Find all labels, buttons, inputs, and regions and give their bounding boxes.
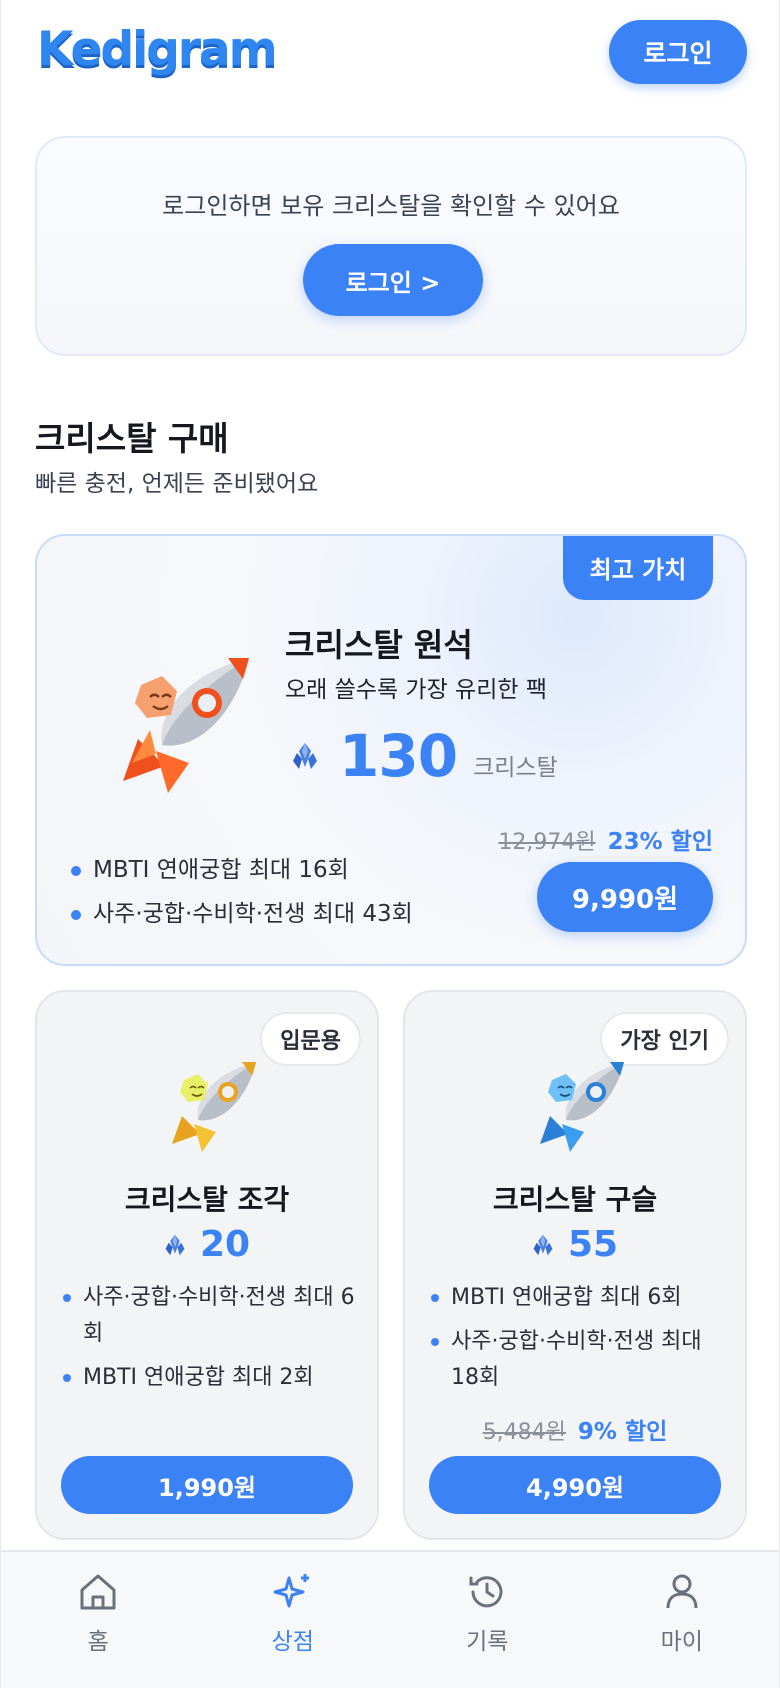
starter-crystal-amount: 20 <box>199 1224 251 1265</box>
list-item: 사주·궁합·수비학·전생 최대 43회 <box>69 896 413 932</box>
featured-benefit-list: MBTI 연애궁합 최대 16회 사주·궁합·수비학·전생 최대 43회 <box>69 852 413 940</box>
crystal-icon <box>293 743 317 769</box>
nav-label-my: 마이 <box>660 1629 703 1655</box>
starter-badge: 입문용 <box>260 1012 361 1066</box>
login-prompt-card: 로그인하면 보유 크리스탈을 확인할 수 있어요 로그인 > <box>35 136 747 356</box>
list-item: MBTI 연애궁합 최대 6회 <box>429 1280 725 1316</box>
popular-amount-row: 55 <box>405 1224 745 1265</box>
popular-original-price: 5,484원 <box>482 1420 566 1445</box>
crystal-icon <box>165 1234 185 1255</box>
best-value-badge: 최고 가치 <box>563 536 713 600</box>
nav-label-home: 홈 <box>87 1629 109 1655</box>
header-login-button[interactable]: 로그인 <box>609 20 747 84</box>
featured-buy-button[interactable]: 9,990원 <box>537 862 713 932</box>
section-title: 크리스탈 구매 <box>35 419 229 458</box>
nav-label-shop: 상점 <box>271 1629 314 1655</box>
list-item: 사주·궁합·수비학·전생 최대 6회 <box>61 1280 357 1352</box>
nav-label-history: 기록 <box>466 1629 509 1655</box>
history-icon <box>469 1576 503 1608</box>
popular-title: 크리스탈 구슬 <box>492 1183 658 1216</box>
starter-amount-row: 20 <box>37 1224 377 1265</box>
popular-crystal-amount: 55 <box>567 1224 619 1265</box>
bottom-nav: 홈 상점 기록 마이 <box>1 1550 779 1688</box>
popular-pack-card[interactable]: 가장 인기 크리스탈 구슬 55 MBTI 연애궁합 최대 6회 사주·궁합·수… <box>403 990 747 1540</box>
featured-description: 오래 쓸수록 가장 유리한 팩 <box>285 677 548 703</box>
featured-crystal-unit: 크리스탈 <box>473 755 558 781</box>
featured-original-price: 12,974원 <box>498 830 596 855</box>
popular-buy-button[interactable]: 4,990원 <box>429 1456 721 1514</box>
starter-pack-card[interactable]: 입문용 크리스탈 조각 20 사주·궁합·수비학·전생 최대 6회 MBTI 연… <box>35 990 379 1540</box>
list-item: 사주·궁합·수비학·전생 최대 18회 <box>429 1324 725 1396</box>
popular-benefit-list: MBTI 연애궁합 최대 6회 사주·궁합·수비학·전생 최대 18회 <box>429 1280 725 1404</box>
sparkle-icon <box>273 1574 309 1608</box>
nav-item-shop[interactable]: 상점 <box>196 1552 391 1688</box>
featured-pack-card[interactable]: 최고 가치 크리스탈 원석 오래 쓸수록 가장 유리한 팩 130 크리스탈 M… <box>35 534 747 966</box>
starter-benefit-list: 사주·궁합·수비학·전생 최대 6회 MBTI 연애궁합 최대 2회 <box>61 1280 357 1404</box>
crystal-icon <box>533 1234 553 1255</box>
home-icon <box>80 1574 116 1610</box>
app-logo[interactable]: Kedigram <box>37 22 278 77</box>
featured-discount: 23% 할인 <box>607 829 713 855</box>
user-icon <box>666 1574 698 1609</box>
login-prompt-button[interactable]: 로그인 > <box>303 244 483 316</box>
nav-item-history[interactable]: 기록 <box>390 1552 585 1688</box>
app-header: Kedigram 로그인 <box>1 0 780 110</box>
list-item: MBTI 연애궁합 최대 16회 <box>69 852 413 888</box>
featured-crystal-amount: 130 <box>339 722 458 790</box>
starter-buy-button[interactable]: 1,990원 <box>61 1456 353 1514</box>
rocket-icon <box>540 1062 624 1152</box>
rocket-icon <box>123 658 249 793</box>
section-subtitle: 빠른 충전, 언제든 준비됐어요 <box>35 471 319 497</box>
login-prompt-message: 로그인하면 보유 크리스탈을 확인할 수 있어요 <box>162 192 620 220</box>
featured-title: 크리스탈 원석 <box>285 626 473 664</box>
rocket-icon <box>172 1062 256 1152</box>
nav-item-home[interactable]: 홈 <box>1 1552 196 1688</box>
starter-title: 크리스탈 조각 <box>124 1183 290 1216</box>
featured-discount-row: 12,974원 23% 할인 <box>498 822 713 856</box>
list-item: MBTI 연애궁합 최대 2회 <box>61 1360 357 1396</box>
featured-amount-row: 130 크리스탈 <box>291 716 558 796</box>
popular-discount-row: 5,484원 9% 할인 <box>405 1412 745 1446</box>
nav-item-my[interactable]: 마이 <box>585 1552 780 1688</box>
popular-discount: 9% 할인 <box>577 1419 668 1445</box>
